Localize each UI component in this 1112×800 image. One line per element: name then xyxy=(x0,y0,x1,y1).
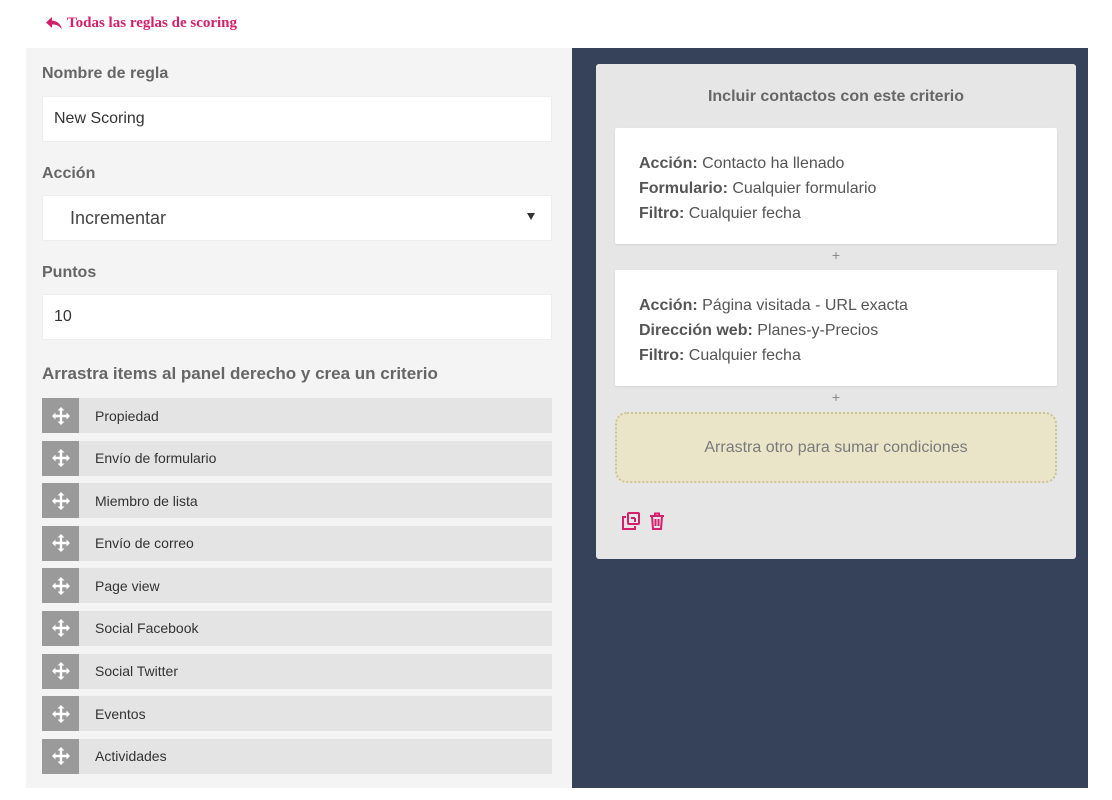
back-link-label: Todas las reglas de scoring xyxy=(67,14,238,31)
draggable-item[interactable]: Page view xyxy=(42,568,552,604)
move-arrows-icon[interactable] xyxy=(42,738,79,774)
and-plus-symbol: + xyxy=(831,247,841,263)
move-arrows-icon[interactable] xyxy=(42,398,79,433)
condition-card-1[interactable]: Acción: Contacto ha llenado Formulario: … xyxy=(615,128,1057,244)
points-label: Puntos xyxy=(42,264,97,281)
criteria-actions xyxy=(620,510,668,532)
condition-line: Acción: Página visitada - URL exacta xyxy=(639,297,908,314)
draggable-items-list: Propiedad Envío de formulario Miembro de l… xyxy=(42,398,552,781)
rule-name-label: Nombre de regla xyxy=(42,65,169,82)
criteria-box: Incluir contactos con este criterio Acci… xyxy=(596,64,1076,559)
trash-icon[interactable] xyxy=(646,510,668,532)
move-arrows-icon[interactable] xyxy=(42,525,79,561)
reply-arrow-icon xyxy=(46,16,62,29)
drop-zone-text: Arrastra otro para sumar condiciones xyxy=(704,438,968,456)
criteria-title: Incluir contactos con este criterio xyxy=(707,88,965,105)
condition-line: Formulario: Cualquier formulario xyxy=(639,180,877,197)
move-arrows-icon[interactable] xyxy=(42,440,79,476)
draggable-item[interactable]: Social Twitter xyxy=(42,653,552,689)
rule-name-input[interactable] xyxy=(42,96,552,142)
drag-items-heading: Arrastra items al panel derecho y crea u… xyxy=(42,364,438,383)
condition-line: Filtro: Cualquier fecha xyxy=(639,205,801,222)
copy-icon[interactable] xyxy=(620,510,642,532)
and-plus-symbol: + xyxy=(831,389,841,405)
draggable-item-label: Eventos xyxy=(95,705,146,722)
draggable-item[interactable]: Propiedad xyxy=(42,398,552,433)
drop-zone[interactable]: Arrastra otro para sumar condiciones xyxy=(615,412,1057,483)
points-input[interactable] xyxy=(42,294,552,340)
draggable-item-label: Propiedad xyxy=(95,407,159,424)
draggable-item-label: Envío de correo xyxy=(95,535,194,552)
draggable-item-label: Envío de formulario xyxy=(95,450,217,467)
move-arrows-icon[interactable] xyxy=(42,483,79,519)
draggable-item-label: Social Facebook xyxy=(95,620,199,637)
criteria-panel: Incluir contactos con este criterio Acci… xyxy=(572,48,1088,788)
draggable-item[interactable]: Eventos xyxy=(42,696,552,732)
move-arrows-icon[interactable] xyxy=(42,696,79,732)
back-link-all-scoring-rules[interactable]: Todas las reglas de scoring xyxy=(46,12,237,34)
draggable-item[interactable]: Miembro de lista xyxy=(42,483,552,519)
draggable-item-label: Actividades xyxy=(95,748,167,765)
move-arrows-icon[interactable] xyxy=(42,610,79,646)
draggable-item[interactable]: Actividades xyxy=(42,738,552,774)
condition-line: Filtro: Cualquier fecha xyxy=(639,347,801,364)
draggable-item[interactable]: Envío de formulario xyxy=(42,440,552,476)
move-arrows-icon[interactable] xyxy=(42,568,79,604)
rule-settings-panel: Nombre de regla Acción Incrementar Punto… xyxy=(26,48,572,788)
draggable-item-label: Social Twitter xyxy=(95,663,178,680)
action-select[interactable]: Incrementar xyxy=(42,195,552,241)
action-select-value: Incrementar xyxy=(70,207,167,228)
draggable-item-label: Page view xyxy=(95,577,160,594)
condition-card-2[interactable]: Acción: Página visitada - URL exacta Dir… xyxy=(615,270,1057,386)
move-arrows-icon[interactable] xyxy=(42,653,79,689)
condition-line: Dirección web: Planes-y-Precios xyxy=(639,322,879,339)
draggable-item-label: Miembro de lista xyxy=(95,492,198,509)
draggable-item[interactable]: Social Facebook xyxy=(42,610,552,646)
caret-down-icon xyxy=(527,213,535,220)
condition-line: Acción: Contacto ha llenado xyxy=(639,155,845,172)
draggable-item[interactable]: Envío de correo xyxy=(42,525,552,561)
action-label: Acción xyxy=(42,165,96,182)
